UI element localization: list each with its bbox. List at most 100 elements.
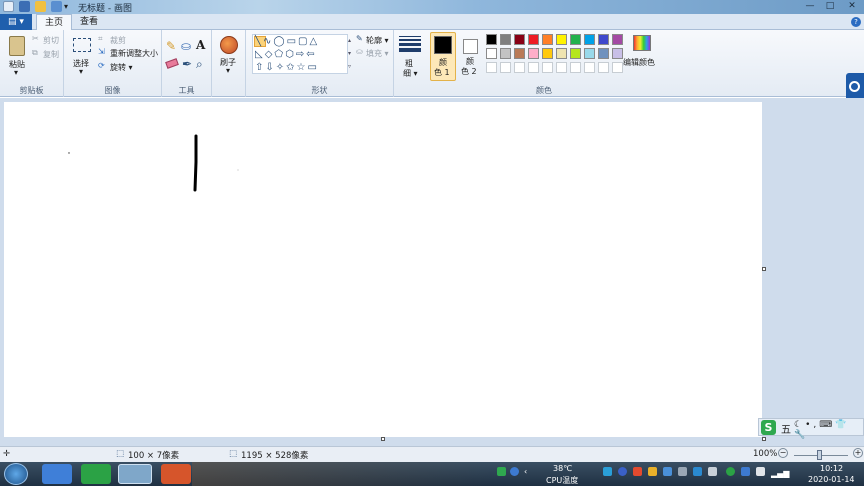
close-button[interactable]: ✕ — [842, 0, 862, 12]
palette-swatch[interactable] — [584, 48, 595, 59]
wechat-tray-icon[interactable] — [726, 467, 735, 476]
tray-icon-9[interactable] — [741, 467, 750, 476]
palette-swatch[interactable] — [598, 34, 609, 45]
select-button[interactable]: 选择 ▾ — [70, 36, 96, 76]
maximize-button[interactable]: □ — [820, 0, 840, 12]
resize-handle-right[interactable] — [762, 267, 766, 271]
zoom-in-button[interactable]: + — [853, 448, 863, 458]
crop-button[interactable]: ⌗ 裁剪 — [98, 34, 158, 46]
clock-time[interactable]: 10:12 — [820, 464, 843, 473]
ribbon-tab-row: ▤ ▾ 主页 查看 ? — [0, 14, 864, 30]
clock-date[interactable]: 2020-01-14 — [808, 475, 855, 484]
copy-button[interactable]: ⧉ 复制 — [32, 48, 62, 60]
rainbow-icon — [633, 35, 651, 51]
drawing-canvas[interactable] — [4, 102, 762, 437]
expand-tray-icon[interactable]: ‹ — [524, 467, 533, 476]
palette-swatch-empty[interactable] — [612, 62, 623, 73]
fill-bucket-icon[interactable]: ⛀ — [181, 39, 191, 53]
eraser-icon[interactable] — [165, 58, 179, 69]
palette-swatch[interactable] — [514, 48, 525, 59]
tray-icon-5[interactable] — [663, 467, 672, 476]
tray-icon-2[interactable] — [618, 467, 627, 476]
shapes-scroll[interactable]: ▴ ▾ ▿ — [348, 34, 354, 74]
title-bar: ▾ 无标题 - 画图 — □ ✕ — [0, 0, 864, 14]
palette-swatch-empty[interactable] — [486, 62, 497, 73]
taskbar-app-paint-icon[interactable] — [118, 464, 152, 484]
resize-handle-corner[interactable] — [762, 437, 766, 441]
palette-swatch-empty[interactable] — [584, 62, 595, 73]
palette-swatch[interactable] — [612, 34, 623, 45]
undo-icon[interactable] — [35, 1, 46, 12]
help-icon[interactable]: ? — [851, 17, 861, 27]
palette-swatch[interactable] — [570, 34, 581, 45]
start-button[interactable] — [4, 463, 28, 485]
zoom-out-button[interactable]: − — [778, 448, 788, 458]
pencil-icon[interactable]: ✎ — [166, 39, 176, 53]
zoom-slider-thumb[interactable] — [817, 450, 822, 460]
crop-label: 裁剪 — [110, 36, 126, 45]
file-menu-button[interactable]: ▤ ▾ — [0, 14, 32, 30]
resize-button[interactable]: ⇲ 重新调整大小 — [98, 47, 160, 59]
network-icon[interactable]: ▂▄▆ — [771, 469, 789, 478]
customize-quick-access-icon[interactable]: ▾ — [64, 1, 72, 12]
palette-swatch-empty[interactable] — [570, 62, 581, 73]
paste-button[interactable]: 粘贴 ▾ — [4, 34, 30, 77]
tray-icon-3[interactable] — [633, 467, 642, 476]
tab-home[interactable]: 主页 — [36, 14, 73, 30]
tray-icon-10[interactable] — [756, 467, 765, 476]
paint-app-icon[interactable] — [3, 1, 14, 12]
ime-toolbar[interactable]: S 五 ☾•,⌨👕🔧 — [758, 418, 864, 440]
edit-colors-button[interactable]: 编辑颜色 — [623, 33, 659, 73]
palette-swatch-empty[interactable] — [598, 62, 609, 73]
minimize-button[interactable]: — — [800, 0, 820, 12]
palette-swatch[interactable] — [542, 34, 553, 45]
palette-swatch[interactable] — [598, 48, 609, 59]
brushes-button[interactable]: 刷子 ▾ — [216, 34, 242, 76]
palette-swatch[interactable] — [542, 48, 553, 59]
magnifier-icon[interactable]: ⌕ — [196, 57, 203, 72]
palette-swatch[interactable] — [556, 34, 567, 45]
save-icon[interactable] — [19, 1, 30, 12]
color2-button[interactable]: 颜 色 2 — [459, 32, 483, 81]
tray-icon-1[interactable] — [603, 467, 612, 476]
color-picker-icon[interactable]: ✒ — [182, 57, 192, 71]
size-button[interactable]: 粗 细 ▾ — [396, 34, 424, 80]
tray-icon-7[interactable] — [693, 467, 702, 476]
rotate-button[interactable]: ⟳ 旋转 ▾ — [98, 61, 148, 73]
palette-swatch[interactable] — [556, 48, 567, 59]
redo-icon[interactable] — [51, 1, 62, 12]
palette-swatch-empty[interactable] — [528, 62, 539, 73]
selection-size-icon: ⬚ — [116, 449, 125, 459]
palette-swatch[interactable] — [514, 34, 525, 45]
tray-icon-6[interactable] — [678, 467, 687, 476]
resize-handle-bottom[interactable] — [381, 437, 385, 441]
palette-swatch-empty[interactable] — [500, 62, 511, 73]
text-icon[interactable]: A — [196, 38, 205, 52]
sogou-tray-icon[interactable] — [497, 467, 506, 476]
palette-swatch-empty[interactable] — [542, 62, 553, 73]
palette-swatch[interactable] — [528, 48, 539, 59]
palette-swatch[interactable] — [612, 48, 623, 59]
palette-swatch[interactable] — [500, 34, 511, 45]
tab-view[interactable]: 查看 — [72, 14, 106, 30]
outline-button[interactable]: ✎ 轮廓 ▾ — [356, 34, 394, 46]
palette-swatch[interactable] — [500, 48, 511, 59]
taskbar-app-wechat-icon[interactable] — [81, 464, 111, 484]
tray-icon-4[interactable] — [648, 467, 657, 476]
taskbar-app-player-icon[interactable] — [161, 464, 191, 484]
fill-button[interactable]: ⛀ 填充 ▾ — [356, 47, 394, 59]
cut-button[interactable]: ✂ 剪切 — [32, 34, 62, 46]
taskbar-app-baidu-icon[interactable] — [42, 464, 72, 484]
palette-swatch-empty[interactable] — [556, 62, 567, 73]
help-tray-icon[interactable] — [510, 467, 519, 476]
select-icon — [73, 38, 91, 52]
palette-swatch-empty[interactable] — [514, 62, 525, 73]
palette-swatch[interactable] — [570, 48, 581, 59]
color1-button[interactable]: 颜 色 1 — [430, 32, 456, 81]
tray-icon-8[interactable] — [708, 467, 717, 476]
palette-swatch[interactable] — [528, 34, 539, 45]
shapes-gallery[interactable]: ╲∿◯▭▢△ ◺◇⬠⬡⇨⇦ ⇧⇩✧✩☆▭ — [252, 34, 348, 74]
palette-swatch[interactable] — [486, 34, 497, 45]
palette-swatch[interactable] — [584, 34, 595, 45]
palette-swatch[interactable] — [486, 48, 497, 59]
